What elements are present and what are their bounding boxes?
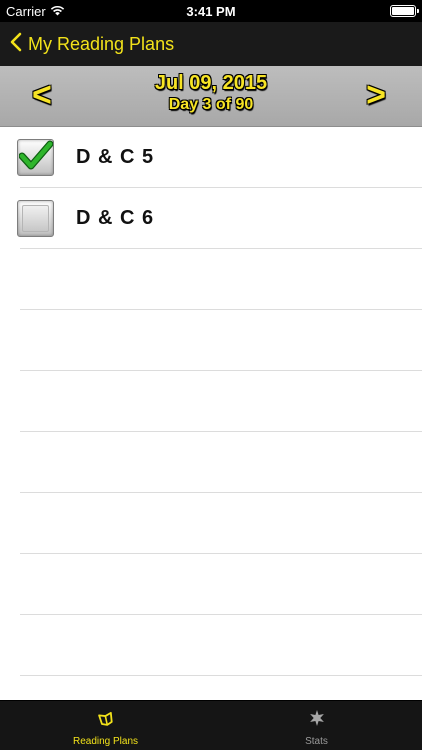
empty-row	[20, 371, 422, 432]
reading-label: D & C 5	[76, 145, 155, 168]
tab-label: Reading Plans	[72, 736, 139, 747]
star-icon	[308, 709, 326, 732]
battery-icon	[390, 5, 419, 17]
empty-row	[20, 554, 422, 615]
chevron-left-icon	[10, 32, 22, 57]
reading-row[interactable]: D & C 6	[17, 188, 422, 249]
tab-reading-plans[interactable]: Reading Plans	[0, 701, 211, 750]
next-day-button[interactable]: >	[366, 76, 386, 115]
empty-row	[20, 615, 422, 676]
reading-label: D & C 6	[76, 206, 155, 229]
reading-checkbox-checked[interactable]	[17, 138, 54, 176]
date-title: Jul 09, 2015	[154, 72, 268, 94]
empty-row	[20, 249, 422, 310]
reading-row[interactable]: D & C 5	[17, 127, 422, 188]
status-bar: Carrier 3:41 PM	[0, 0, 422, 22]
back-label: My Reading Plans	[28, 33, 175, 54]
navigation-bar: My Reading Plans	[0, 22, 422, 66]
checkmark-icon	[18, 140, 53, 175]
back-button[interactable]: My Reading Plans	[10, 32, 174, 57]
tab-bar: Reading Plans Stats	[0, 700, 422, 750]
tab-stats[interactable]: Stats	[211, 701, 422, 750]
empty-row	[20, 493, 422, 554]
day-subtitle: Day 3 of 90	[168, 96, 254, 113]
empty-row	[20, 432, 422, 493]
reading-checkbox-unchecked[interactable]	[17, 199, 54, 237]
reading-list: D & C 5 D & C 6	[0, 127, 422, 699]
empty-row	[20, 310, 422, 371]
tab-label: Stats	[305, 736, 328, 747]
status-time: 3:41 PM	[186, 4, 236, 19]
book-icon	[96, 711, 116, 732]
date-header: < Jul 09, 2015 Day 3 of 90 >	[0, 66, 422, 127]
